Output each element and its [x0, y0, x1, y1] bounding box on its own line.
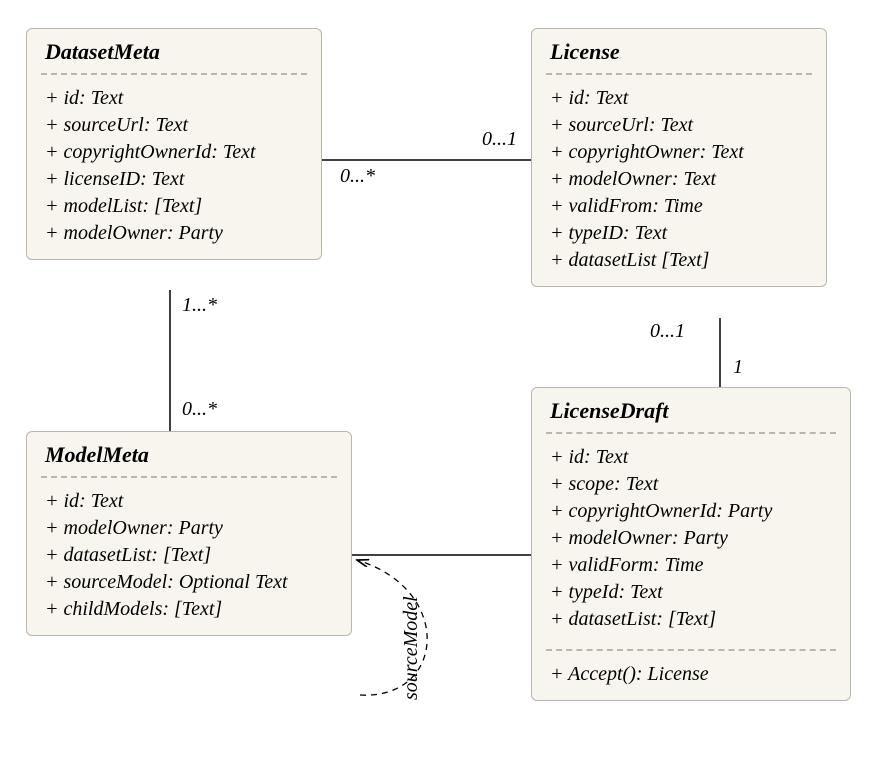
- attr: + copyrightOwnerId: Party: [550, 498, 832, 525]
- attr: + typeId: Text: [550, 579, 832, 606]
- attr: + scope: Text: [550, 471, 832, 498]
- attr: + childModels: [Text]: [45, 596, 333, 623]
- op-list: + Accept(): License: [532, 657, 850, 700]
- separator: [546, 649, 836, 651]
- attr-list: + id: Text + sourceUrl: Text + copyright…: [27, 81, 321, 259]
- attr: + datasetList: [Text]: [45, 542, 333, 569]
- class-license: License + id: Text + sourceUrl: Text + c…: [531, 28, 827, 287]
- class-title: ModelMeta: [27, 432, 351, 472]
- attr: + licenseID: Text: [45, 166, 303, 193]
- attr: + datasetList: [Text]: [550, 606, 832, 633]
- attr: + id: Text: [550, 85, 808, 112]
- separator: [546, 432, 836, 434]
- attr: + modelOwner: Party: [45, 220, 303, 247]
- mult-license-draft-far: 1: [733, 356, 743, 379]
- self-assoc-label: sourceModel: [400, 596, 423, 700]
- mult-dm-model-near: 1...*: [182, 294, 217, 317]
- operation: + Accept(): License: [550, 661, 832, 688]
- attr: + datasetList [Text]: [550, 247, 808, 274]
- attr: + copyrightOwnerId: Text: [45, 139, 303, 166]
- class-title: DatasetMeta: [27, 29, 321, 69]
- separator: [41, 476, 337, 478]
- separator: [41, 73, 307, 75]
- attr: + validFrom: Time: [550, 193, 808, 220]
- attr: + modelList: [Text]: [45, 193, 303, 220]
- diagram-canvas: DatasetMeta + id: Text + sourceUrl: Text…: [0, 0, 895, 781]
- class-datasetmeta: DatasetMeta + id: Text + sourceUrl: Text…: [26, 28, 322, 260]
- attr: + modelOwner: Text: [550, 166, 808, 193]
- class-title: LicenseDraft: [532, 388, 850, 428]
- attr-list: + id: Text + scope: Text + copyrightOwne…: [532, 440, 850, 645]
- mult-dm-model-far: 0...*: [182, 398, 217, 421]
- mult-dm-license-far: 0...1: [482, 128, 517, 151]
- class-title: License: [532, 29, 826, 69]
- attr: + id: Text: [550, 444, 832, 471]
- attr: + validForm: Time: [550, 552, 832, 579]
- attr-list: + id: Text + modelOwner: Party + dataset…: [27, 484, 351, 635]
- attr: + id: Text: [45, 85, 303, 112]
- separator: [546, 73, 812, 75]
- attr: + typeID: Text: [550, 220, 808, 247]
- attr: + id: Text: [45, 488, 333, 515]
- class-modelmeta: ModelMeta + id: Text + modelOwner: Party…: [26, 431, 352, 636]
- mult-license-draft-near: 0...1: [650, 320, 685, 343]
- attr: + sourceUrl: Text: [45, 112, 303, 139]
- mult-dm-license-near: 0...*: [340, 165, 375, 188]
- attr: + copyrightOwner: Text: [550, 139, 808, 166]
- attr: + modelOwner: Party: [550, 525, 832, 552]
- attr: + modelOwner: Party: [45, 515, 333, 542]
- attr: + sourceModel: Optional Text: [45, 569, 333, 596]
- attr: + sourceUrl: Text: [550, 112, 808, 139]
- attr-list: + id: Text + sourceUrl: Text + copyright…: [532, 81, 826, 286]
- class-licensedraft: LicenseDraft + id: Text + scope: Text + …: [531, 387, 851, 701]
